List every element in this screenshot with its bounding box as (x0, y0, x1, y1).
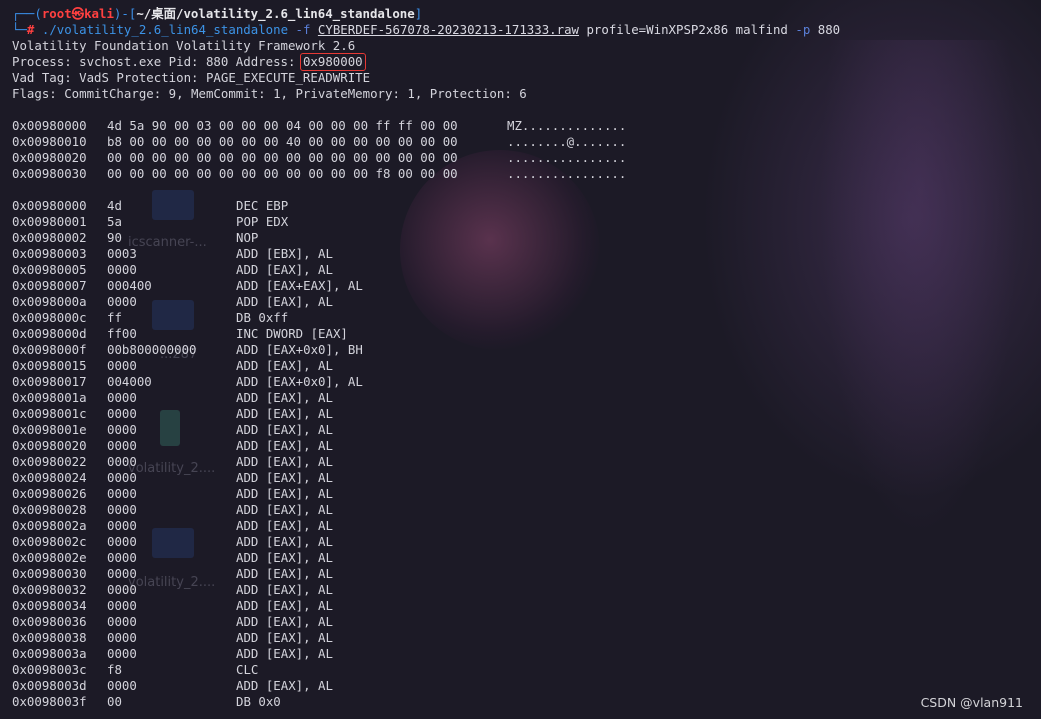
hexdump-block: 0x00980000 4d 5a 90 00 03 00 00 00 04 00 … (12, 118, 1041, 182)
terminal-output[interactable]: ┌──(root㉿kali)-[~/桌面/volatility_2.6_lin6… (0, 0, 1041, 719)
disasm-row: 0x00980002 90 NOP (12, 230, 259, 245)
disasm-row: 0x00980028 0000 ADD [EAX], AL (12, 502, 333, 517)
prompt-hash: # (26, 22, 35, 37)
hexdump-row: 0x00980030 00 00 00 00 00 00 00 00 00 00 … (12, 166, 627, 181)
disasm-row: 0x0098002c 0000 ADD [EAX], AL (12, 534, 333, 549)
command-file: CYBERDEF-567078-20230213-171333.raw (317, 22, 579, 37)
flags-line: Flags: CommitCharge: 9, MemCommit: 1, Pr… (12, 86, 527, 101)
vad-line: Vad Tag: VadS Protection: PAGE_EXECUTE_R… (12, 70, 371, 85)
hexdump-row: 0x00980000 4d 5a 90 00 03 00 00 00 04 00 … (12, 118, 627, 133)
disasm-row: 0x00980003 0003 ADD [EBX], AL (12, 246, 333, 261)
disasm-row: 0x0098001a 0000 ADD [EAX], AL (12, 390, 333, 405)
process-line: Process: svchost.exe Pid: 880 Address: 0… (12, 53, 1041, 71)
disasm-row: 0x00980036 0000 ADD [EAX], AL (12, 614, 333, 629)
disasm-row: 0x0098000f 00b800000000 ADD [EAX+0x0], BH (12, 342, 363, 357)
disasm-row: 0x00980032 0000 ADD [EAX], AL (12, 582, 333, 597)
disasm-row: 0x0098003a 0000 ADD [EAX], AL (12, 646, 333, 661)
disasm-row: 0x0098000c ff DB 0xff (12, 310, 289, 325)
disasm-row: 0x00980005 0000 ADD [EAX], AL (12, 262, 333, 277)
disasm-row: 0x00980038 0000 ADD [EAX], AL (12, 630, 333, 645)
prompt-path: ~/桌面/volatility_2.6_lin64_standalone (136, 6, 415, 21)
disasm-row: 0x0098003c f8 CLC (12, 662, 259, 677)
disasm-row: 0x0098001e 0000 ADD [EAX], AL (12, 422, 333, 437)
disasm-row: 0x00980020 0000 ADD [EAX], AL (12, 438, 333, 453)
command-executable: ./volatility_2.6_lin64_standalone (41, 22, 289, 37)
banner-line: Volatility Foundation Volatility Framewo… (12, 38, 356, 53)
disasm-row: 0x00980017 004000 ADD [EAX+0x0], AL (12, 374, 363, 389)
disasm-row: 0x0098001c 0000 ADD [EAX], AL (12, 406, 333, 421)
disasm-row: 0x0098003d 0000 ADD [EAX], AL (12, 678, 333, 693)
disasm-row: 0x00980030 0000 ADD [EAX], AL (12, 566, 333, 581)
disasm-row: 0x0098003f 00 DB 0x0 (12, 694, 281, 709)
disasm-row: 0x00980015 0000 ADD [EAX], AL (12, 358, 333, 373)
disasm-row: 0x0098000d ff00 INC DWORD [EAX] (12, 326, 348, 341)
hexdump-row: 0x00980020 00 00 00 00 00 00 00 00 00 00 … (12, 150, 627, 165)
prompt-line: ┌──(root㉿kali)-[~/桌面/volatility_2.6_lin6… (12, 6, 423, 21)
disasm-row: 0x00980024 0000 ADD [EAX], AL (12, 470, 333, 485)
disasm-row: 0x00980026 0000 ADD [EAX], AL (12, 486, 333, 501)
disasm-row: 0x00980022 0000 ADD [EAX], AL (12, 454, 333, 469)
disasm-row: 0x00980034 0000 ADD [EAX], AL (12, 598, 333, 613)
prompt-user: root㉿kali (41, 6, 114, 21)
csdn-watermark: CSDN @vlan911 (920, 695, 1023, 710)
disasm-row: 0x00980001 5a POP EDX (12, 214, 289, 229)
disasm-row: 0x0098002e 0000 ADD [EAX], AL (12, 550, 333, 565)
disassembly-block: 0x00980000 4d DEC EBP 0x00980001 5a POP EDX … (12, 198, 1041, 710)
command-line: └─# ./volatility_2.6_lin64_standalone -f… (12, 22, 841, 37)
disasm-row: 0x00980007 000400 ADD [EAX+EAX], AL (12, 278, 363, 293)
disasm-row: 0x0098000a 0000 ADD [EAX], AL (12, 294, 333, 309)
hexdump-row: 0x00980010 b8 00 00 00 00 00 00 00 40 00 … (12, 134, 627, 149)
disasm-row: 0x00980000 4d DEC EBP (12, 198, 289, 213)
highlighted-address: 0x980000 (299, 53, 366, 71)
disasm-row: 0x0098002a 0000 ADD [EAX], AL (12, 518, 333, 533)
